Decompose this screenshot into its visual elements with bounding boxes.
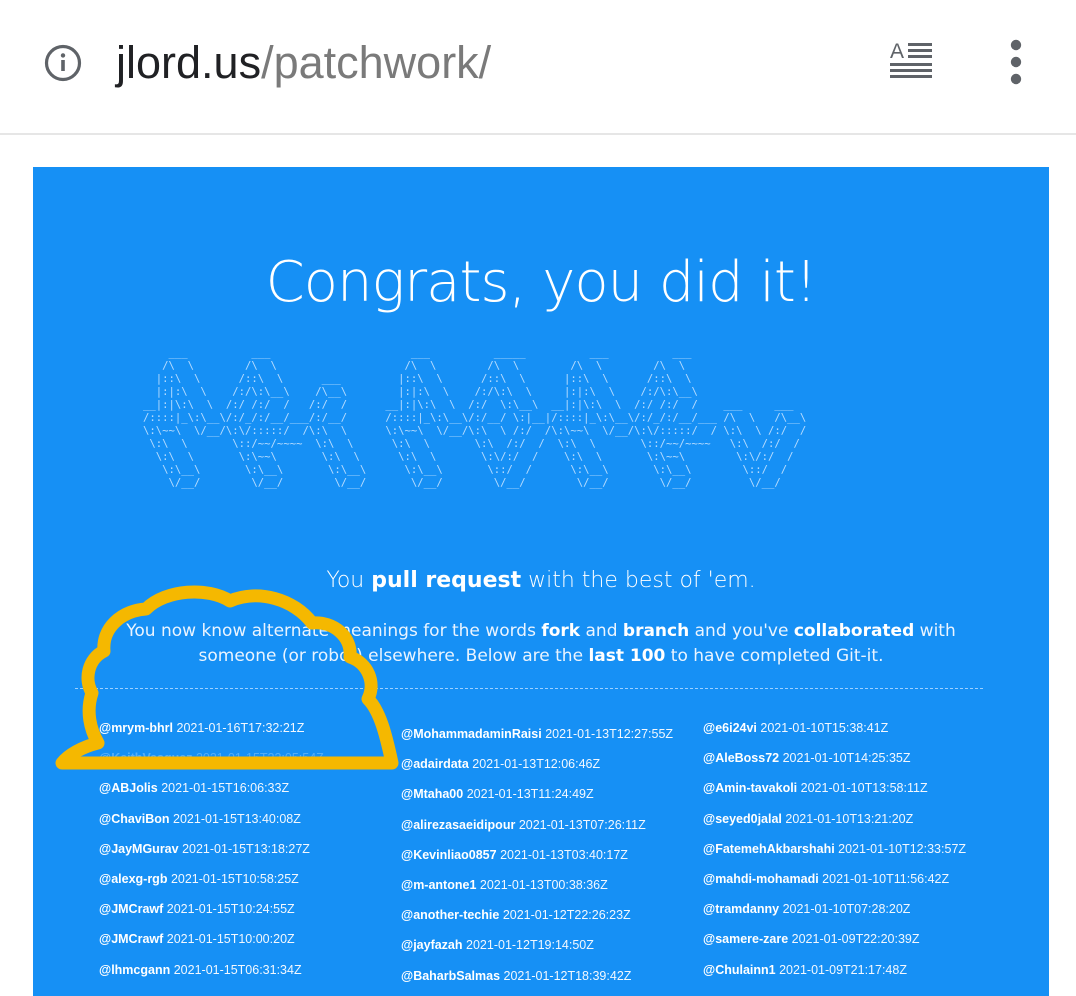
completion-entry: @Chulainn1 2021-01-09T21:17:48Z — [703, 961, 1003, 991]
more-vert-icon[interactable] — [1000, 38, 1032, 86]
desc-bold-branch: branch — [622, 621, 690, 641]
username-link[interactable]: @Kevinliao0857 — [401, 848, 497, 862]
completion-entry: @alirezasaeidipour 2021-01-13T07:26:11Z — [401, 816, 701, 846]
timestamp: 2021-01-09T22:20:39Z — [791, 932, 920, 947]
username-link[interactable]: @Amin-tavakoli — [703, 781, 797, 795]
completion-entry: @ABJolis 2021-01-15T16:06:33Z — [99, 779, 399, 809]
completion-entry: @JayMGurav 2021-01-15T13:18:27Z — [99, 840, 399, 870]
tagline-suffix: with the best of 'em. — [521, 568, 756, 593]
url-path: /patchwork/ — [261, 37, 492, 88]
username-link[interactable]: @MohammadaminRaisi — [401, 727, 542, 741]
timestamp: 2021-01-10T07:28:20Z — [782, 902, 911, 917]
url-host: jlord.us — [116, 37, 262, 88]
cloud-outline-annotation — [55, 585, 399, 770]
username-link[interactable]: @m-antone1 — [401, 878, 476, 892]
completion-entry: @alexg-rgb 2021-01-15T10:58:25Z — [99, 870, 399, 900]
username-link[interactable]: @adairdata — [401, 757, 469, 771]
desc-part: to have completed Git-it. — [665, 646, 884, 666]
desc-bold-collaborated: collaborated — [793, 621, 915, 641]
username-link[interactable]: @lhmcgann — [99, 963, 170, 977]
completion-entry: @samere-zare 2021-01-09T22:20:39Z — [703, 930, 1003, 960]
username-link[interactable]: @ABJolis — [99, 781, 158, 795]
timestamp: 2021-01-12T22:26:23Z — [502, 908, 631, 923]
timestamp: 2021-01-15T10:58:25Z — [170, 871, 299, 886]
timestamp: 2021-01-13T07:26:11Z — [518, 817, 646, 832]
completion-entry: @Kevinliao0857 2021-01-13T03:40:17Z — [401, 846, 701, 876]
info-icon[interactable] — [44, 44, 82, 82]
timestamp: 2021-01-10T13:58:11Z — [800, 781, 928, 796]
username-link[interactable]: @ChaviBon — [99, 812, 170, 826]
username-link[interactable]: @Chulainn1 — [703, 963, 776, 977]
timestamp: 2021-01-12T19:14:50Z — [466, 938, 594, 953]
completion-entry: @adairdata 2021-01-13T12:06:46Z — [401, 755, 701, 785]
username-link[interactable]: @AleBoss72 — [703, 751, 779, 765]
completion-entry: @Amin-tavakoli 2021-01-10T13:58:11Z — [703, 779, 1003, 809]
username-link[interactable]: @another-techie — [401, 908, 499, 922]
reader-mode-icon[interactable]: A — [886, 38, 936, 84]
timestamp: 2021-01-10T13:21:20Z — [785, 811, 914, 826]
page-title: Congrats, you did it! — [265, 250, 818, 315]
timestamp: 2021-01-15T06:31:34Z — [173, 962, 302, 977]
username-link[interactable]: @mahdi-mohamadi — [703, 872, 819, 886]
completions-column-2: @MohammadaminRaisi 2021-01-13T12:27:55Z … — [401, 725, 701, 996]
timestamp: 2021-01-09T21:17:48Z — [779, 962, 907, 977]
username-link[interactable]: @JayMGurav — [99, 842, 179, 856]
completions-column-3: @e6i24vi 2021-01-10T15:38:41Z @AleBoss72… — [703, 719, 1003, 991]
username-link[interactable]: @e6i24vi — [703, 721, 757, 735]
patchwork-ascii-logo: ___ ___ ___ _____ ___ ___ /\ \ /\ \ /\ \… — [143, 347, 807, 489]
content-panel: Congrats, you did it! ___ ___ ___ _____ … — [33, 167, 1049, 996]
completion-entry: @ChaviBon 2021-01-15T13:40:08Z — [99, 810, 399, 840]
username-link[interactable]: @samere-zare — [703, 932, 788, 946]
username-link[interactable]: @JMCrawf — [99, 932, 163, 946]
completion-entry: @m-antone1 2021-01-13T00:38:36Z — [401, 876, 701, 906]
timestamp: 2021-01-15T10:24:55Z — [166, 902, 295, 917]
completion-entry: @tramdanny 2021-01-10T07:28:20Z — [703, 900, 1003, 930]
timestamp: 2021-01-15T16:06:33Z — [161, 781, 290, 796]
completion-entry: @Mtaha00 2021-01-13T11:24:49Z — [401, 785, 701, 815]
timestamp: 2021-01-13T12:06:46Z — [472, 757, 601, 772]
completion-entry: @BaharbSalmas 2021-01-12T18:39:42Z — [401, 967, 701, 996]
desc-part: and you've — [689, 621, 794, 641]
timestamp: 2021-01-15T10:00:20Z — [166, 932, 295, 947]
browser-url-bar: jlord.us/patchwork/ A — [0, 0, 1076, 135]
username-link[interactable]: @alirezasaeidipour — [401, 818, 515, 832]
address-field[interactable]: jlord.us/patchwork/ — [116, 36, 491, 90]
completion-entry: @JMCrawf 2021-01-15T10:24:55Z — [99, 900, 399, 930]
timestamp: 2021-01-13T11:24:49Z — [466, 787, 594, 802]
completion-entry: @FatemehAkbarshahi 2021-01-10T12:33:57Z — [703, 840, 1003, 870]
username-link[interactable]: @BaharbSalmas — [401, 969, 500, 983]
username-link[interactable]: @FatemehAkbarshahi — [703, 842, 835, 856]
username-link[interactable]: @Mtaha00 — [401, 787, 463, 801]
timestamp: 2021-01-15T13:40:08Z — [173, 811, 301, 826]
timestamp: 2021-01-13T12:27:55Z — [545, 727, 674, 741]
desc-part: and — [580, 621, 623, 641]
completion-entry: @seyed0jalal 2021-01-10T13:21:20Z — [703, 810, 1003, 840]
timestamp: 2021-01-13T03:40:17Z — [500, 847, 628, 862]
completion-entry: @mahdi-mohamadi 2021-01-10T11:56:42Z — [703, 870, 1003, 900]
desc-bold-last-100: last 100 — [588, 646, 666, 666]
username-link[interactable]: @JMCrawf — [99, 902, 163, 916]
username-link[interactable]: @alexg-rgb — [99, 872, 167, 886]
timestamp: 2021-01-10T11:56:42Z — [822, 871, 950, 886]
timestamp: 2021-01-10T15:38:41Z — [760, 721, 889, 735]
username-link[interactable]: @tramdanny — [703, 902, 779, 916]
timestamp: 2021-01-10T14:25:35Z — [782, 751, 911, 766]
completion-entry: @MohammadaminRaisi 2021-01-13T12:27:55Z — [401, 725, 701, 755]
timestamp: 2021-01-10T12:33:57Z — [838, 841, 967, 856]
username-link[interactable]: @jayfazah — [401, 938, 463, 952]
completion-entry: @JMCrawf 2021-01-15T10:00:20Z — [99, 930, 399, 960]
completion-entry: @another-techie 2021-01-12T22:26:23Z — [401, 906, 701, 936]
timestamp: 2021-01-15T13:18:27Z — [182, 841, 310, 856]
completion-entry: @e6i24vi 2021-01-10T15:38:41Z — [703, 719, 1003, 749]
svg-text:A: A — [890, 40, 904, 63]
timestamp: 2021-01-12T18:39:42Z — [503, 968, 632, 983]
completion-entry: @lhmcgann 2021-01-15T06:31:34Z — [99, 961, 399, 991]
completion-entry: @AleBoss72 2021-01-10T14:25:35Z — [703, 749, 1003, 779]
username-link[interactable]: @seyed0jalal — [703, 812, 782, 826]
completion-entry: @jayfazah 2021-01-12T19:14:50Z — [401, 936, 701, 966]
timestamp: 2021-01-13T00:38:36Z — [479, 877, 608, 892]
desc-bold-fork: fork — [541, 621, 581, 641]
